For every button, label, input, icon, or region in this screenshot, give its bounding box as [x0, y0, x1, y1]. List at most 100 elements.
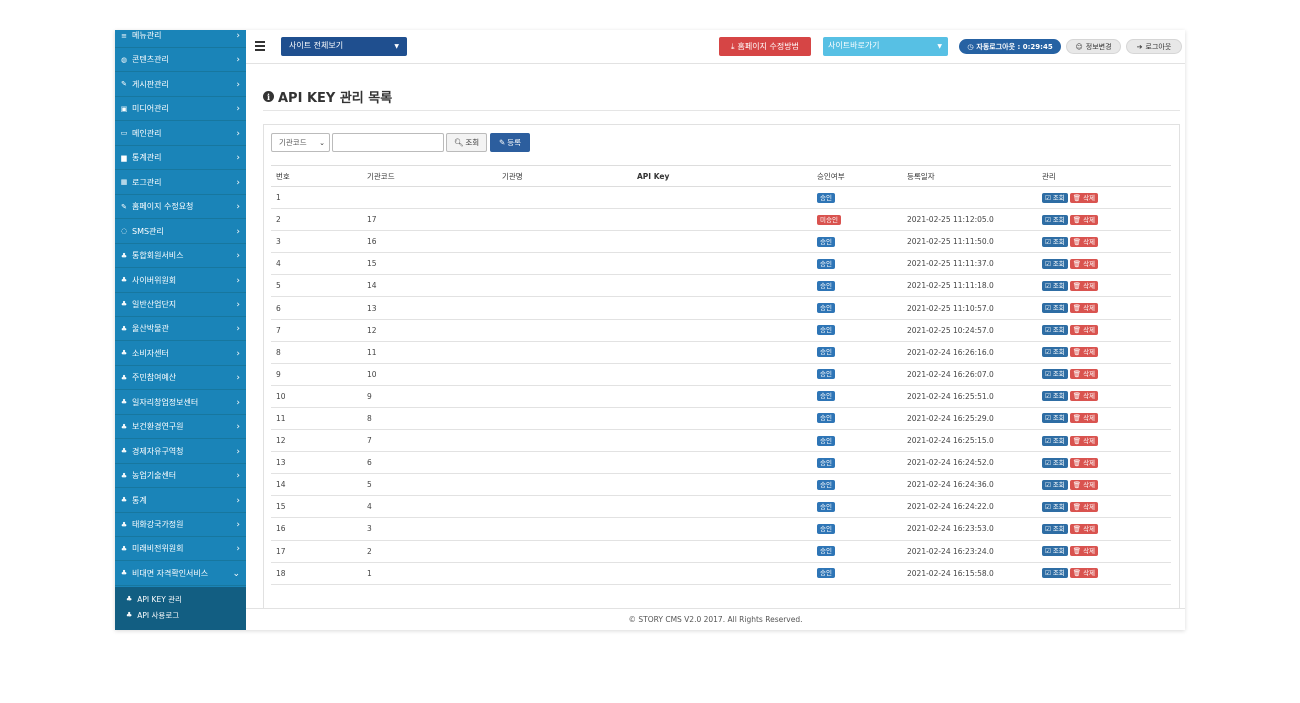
submenu-item[interactable]: ♣ API 사용로그	[126, 608, 179, 622]
org-code: 14	[362, 274, 497, 298]
approval-cell: 승인	[812, 407, 902, 431]
chevron-right-icon: ›	[236, 324, 240, 335]
org-code: 13	[362, 296, 497, 320]
profile-button[interactable]: ☺ 정보변경	[1066, 39, 1121, 54]
view-button[interactable]: ☑ 조회	[1042, 479, 1068, 490]
sidebar-item[interactable]: ♣ 보건환경연구원 ›	[115, 415, 246, 440]
delete-button[interactable]: 🗑︎ 삭제	[1069, 325, 1099, 336]
delete-button[interactable]: 🗑︎ 삭제	[1069, 369, 1099, 380]
approval-cell: 승인	[812, 274, 902, 298]
view-button[interactable]: ☑ 조회	[1042, 457, 1068, 468]
delete-button[interactable]: 🗑︎ 삭제	[1069, 236, 1099, 247]
sidebar-item[interactable]: ▆ 통계관리 ›	[115, 146, 246, 171]
view-button[interactable]: ☑ 조회	[1042, 280, 1068, 291]
delete-button[interactable]: 🗑︎ 삭제	[1069, 479, 1099, 490]
approval-cell: 승인	[812, 363, 902, 386]
search-field-select[interactable]: 기관코드 ⌄	[271, 133, 330, 152]
sidebar-item[interactable]: ▣ 미디어관리 ›	[115, 97, 246, 122]
sidebar-item[interactable]: ♣ 일자리창업정보센터 ›	[115, 391, 246, 415]
edit-guide-button[interactable]: ⤓ 홈페이지 수정방법	[719, 37, 811, 56]
sidebar-item-label: 일반산업단지	[132, 299, 177, 309]
sidebar-item[interactable]: ♣ 통계 ›	[115, 489, 246, 513]
sidebar-item[interactable]: ♣ 농업기술센터 ›	[115, 464, 246, 489]
view-button[interactable]: ☑ 조회	[1042, 236, 1068, 247]
sidebar-item[interactable]: ♣ 일반산업단지 ›	[115, 293, 246, 317]
view-button[interactable]: ☑ 조회	[1042, 214, 1068, 225]
sidebar-item[interactable]: ♣ 미래비전위원회 ›	[115, 537, 246, 562]
delete-button[interactable]: 🗑︎ 삭제	[1069, 391, 1099, 402]
view-button[interactable]: ☑ 조회	[1042, 435, 1068, 446]
register-button[interactable]: ✎ 등록	[490, 133, 530, 152]
delete-button[interactable]: 🗑︎ 삭제	[1069, 501, 1099, 512]
view-button[interactable]: ☑ 조회	[1042, 501, 1068, 512]
approval-cell: 승인	[812, 562, 902, 585]
chevron-right-icon: ›	[236, 471, 240, 482]
sidebar-item[interactable]: ≡ 메뉴관리 ›	[115, 30, 246, 48]
sidebar-item[interactable]: ◍ 콘텐츠관리 ›	[115, 48, 246, 73]
view-button[interactable]: ☑ 조회	[1042, 523, 1068, 534]
chevron-right-icon: ›	[236, 348, 240, 359]
submenu-item[interactable]: ♣ API KEY 관리	[126, 592, 182, 606]
sidebar-item[interactable]: ♣ 주민참여예산 ›	[115, 366, 246, 391]
edit-icon: ☑	[1045, 502, 1051, 511]
delete-button-label: 삭제	[1083, 502, 1096, 511]
edit-icon: ☑	[1045, 569, 1051, 578]
sidebar-item[interactable]: ♣ 비대면 자격확인서비스 ⌄	[115, 562, 246, 586]
view-button[interactable]: ☑ 조회	[1042, 413, 1068, 424]
sidebar-item[interactable]: ♣ 울산박물관 ›	[115, 317, 246, 342]
actions-cell: ☑ 조회 🗑︎ 삭제	[1037, 540, 1171, 563]
auto-logout-timer[interactable]: ◷ 자동로그아웃 : 0:29:45	[959, 39, 1061, 54]
sidebar-item[interactable]: ▦ 로그관리 ›	[115, 171, 246, 195]
site-go-dropdown[interactable]: 사이트바로가기 ▼	[823, 37, 948, 56]
globe-icon: ◍	[120, 55, 128, 64]
delete-button[interactable]: 🗑︎ 삭제	[1069, 457, 1099, 468]
site-select-dropdown[interactable]: 사이트 전체보기 ▼	[281, 37, 407, 56]
view-button-label: 조회	[1052, 569, 1065, 578]
view-button[interactable]: ☑ 조회	[1042, 192, 1068, 203]
search-input[interactable]	[332, 133, 444, 152]
delete-button[interactable]: 🗑︎ 삭제	[1069, 303, 1099, 314]
delete-button[interactable]: 🗑︎ 삭제	[1069, 258, 1099, 269]
view-button[interactable]: ☑ 조회	[1042, 303, 1068, 314]
delete-button[interactable]: 🗑︎ 삭제	[1069, 413, 1099, 424]
api-key	[632, 296, 812, 320]
view-button[interactable]: ☑ 조회	[1042, 391, 1068, 402]
view-button[interactable]: ☑ 조회	[1042, 347, 1068, 358]
sidebar-item[interactable]: ✎ 게시판관리 ›	[115, 73, 246, 97]
sitemap-icon: ♣	[120, 471, 128, 480]
sidebar-item[interactable]: ✎ 홈페이지 수정요청 ›	[115, 195, 246, 220]
row-number: 13	[271, 451, 362, 475]
footer: © STORY CMS V2.0 2017. All Rights Reserv…	[246, 608, 1185, 630]
delete-button[interactable]: 🗑︎ 삭제	[1069, 192, 1099, 203]
hamburger-menu-icon[interactable]	[255, 41, 265, 51]
delete-button[interactable]: 🗑︎ 삭제	[1069, 546, 1099, 557]
view-button[interactable]: ☑ 조회	[1042, 546, 1068, 557]
search-button[interactable]: 🔍︎ 조회	[446, 133, 487, 152]
org-name	[497, 562, 632, 585]
delete-button[interactable]: 🗑︎ 삭제	[1069, 214, 1099, 225]
sidebar-item[interactable]: ♣ 경제자유구역청 ›	[115, 440, 246, 464]
delete-button[interactable]: 🗑︎ 삭제	[1069, 523, 1099, 534]
sidebar-item[interactable]: ◌ SMS관리 ›	[115, 220, 246, 244]
sidebar-item[interactable]: ♣ 통합회원서비스 ›	[115, 244, 246, 269]
view-button[interactable]: ☑ 조회	[1042, 325, 1068, 336]
view-button[interactable]: ☑ 조회	[1042, 568, 1068, 579]
sidebar-item[interactable]: ♣ 소비자센터 ›	[115, 342, 246, 366]
sitemap-icon: ♣	[126, 611, 133, 619]
api-key	[632, 385, 812, 408]
delete-button[interactable]: 🗑︎ 삭제	[1069, 568, 1099, 579]
sidebar-item[interactable]: ♣ 태화강국가정원 ›	[115, 513, 246, 537]
sitemap-icon: ♣	[120, 276, 128, 284]
delete-button[interactable]: 🗑︎ 삭제	[1069, 280, 1099, 291]
view-button[interactable]: ☑ 조회	[1042, 369, 1068, 380]
chevron-right-icon: ›	[236, 373, 240, 384]
logout-button[interactable]: ➔ 로그아웃	[1126, 39, 1182, 54]
row-number: 1	[271, 186, 362, 210]
delete-button[interactable]: 🗑︎ 삭제	[1069, 435, 1099, 446]
view-button[interactable]: ☑ 조회	[1042, 258, 1068, 269]
delete-button[interactable]: 🗑︎ 삭제	[1069, 347, 1099, 358]
sidebar-item[interactable]: ♣ 사이버위원회 ›	[115, 269, 246, 293]
actions-cell: ☑ 조회 🗑︎ 삭제	[1037, 230, 1171, 254]
registered-date: 2021-02-24 16:26:16.0	[902, 341, 1037, 364]
sidebar-item[interactable]: ▭ 메인관리 ›	[115, 122, 246, 146]
